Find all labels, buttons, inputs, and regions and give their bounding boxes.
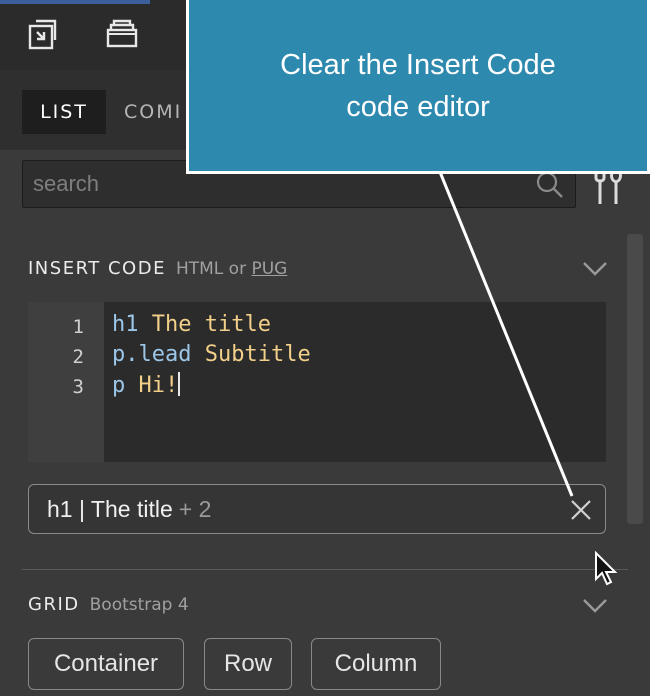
- mouse-pointer-icon: [595, 551, 618, 586]
- tooltip-pointer-line: [438, 171, 574, 497]
